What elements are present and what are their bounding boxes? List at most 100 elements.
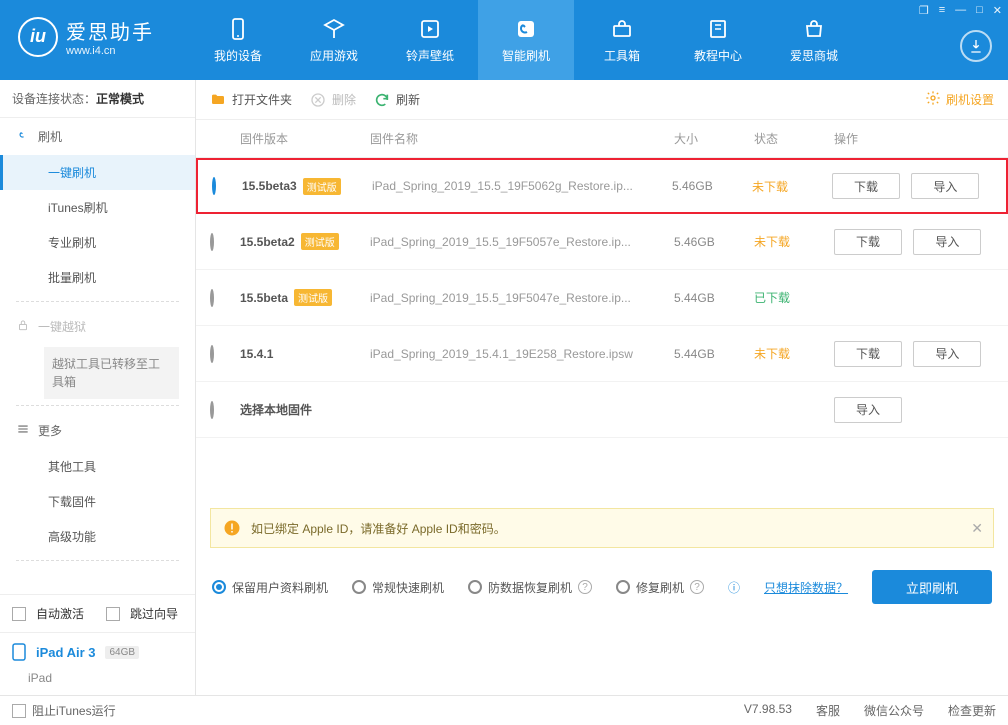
firmware-row[interactable]: 15.4.1 iPad_Spring_2019_15.4.1_19E258_Re… — [196, 326, 1008, 382]
update-link[interactable]: 检查更新 — [948, 702, 996, 719]
menu-icon[interactable]: ≡ — [939, 4, 945, 17]
firmware-radio[interactable] — [210, 401, 214, 419]
open-folder-button[interactable]: 打开文件夹 — [210, 91, 292, 108]
lock-icon — [16, 318, 30, 335]
maximize-icon[interactable]: □ — [976, 4, 983, 17]
flash-now-button[interactable]: 立即刷机 — [872, 570, 992, 604]
beta-tag: 测试版 — [303, 178, 341, 195]
firmware-status: 已下载 — [754, 289, 834, 306]
import-button[interactable]: 导入 — [834, 397, 902, 423]
app-url: www.i4.cn — [66, 45, 154, 57]
download-manager-icon[interactable] — [960, 30, 992, 62]
firmware-radio[interactable] — [210, 233, 214, 251]
table-header: 固件版本 固件名称 大小 状态 操作 — [196, 120, 1008, 158]
theme-icon[interactable]: ❐ — [919, 4, 929, 17]
delete-button[interactable]: 删除 — [310, 91, 356, 108]
local-firmware-row[interactable]: 选择本地固件 导入 — [196, 382, 1008, 438]
nav-music[interactable]: 铃声壁纸 — [382, 0, 478, 80]
radio-icon — [212, 580, 226, 594]
sidebar-group-2[interactable]: 更多 — [0, 412, 195, 449]
warning-icon — [223, 519, 241, 537]
firmware-version: 15.4.1 — [240, 347, 273, 361]
firmware-version: 15.5beta3 — [242, 179, 297, 193]
device-icon — [226, 17, 250, 41]
firmware-status: 未下载 — [752, 178, 832, 195]
nav-book[interactable]: 教程中心 — [670, 0, 766, 80]
flash-mode-option[interactable]: 保留用户资料刷机 — [212, 579, 328, 596]
version-label: V7.98.53 — [744, 702, 792, 719]
apple-id-notice: 如已绑定 Apple ID，请准备好 Apple ID和密码。 ✕ — [210, 508, 994, 548]
flash-settings-button[interactable]: 刷机设置 — [925, 90, 994, 109]
download-button[interactable]: 下载 — [834, 229, 902, 255]
flash-options: 保留用户资料刷机 常规快速刷机 防数据恢复刷机? 修复刷机? ⓘ 只想抹除数据？ 立即刷机 — [196, 558, 1008, 616]
sidebar-item[interactable]: 高级功能 — [0, 519, 195, 554]
import-button[interactable]: 导入 — [913, 341, 981, 367]
skip-guide-checkbox[interactable] — [106, 607, 120, 621]
delete-icon — [310, 92, 326, 108]
nav-toolbox[interactable]: 工具箱 — [574, 0, 670, 80]
close-icon[interactable]: ✕ — [993, 4, 1002, 17]
help-icon[interactable]: ? — [578, 580, 592, 594]
titlebar: ❐ ≡ — □ ✕ iu 爱思助手 www.i4.cn 我的设备应用游戏铃声壁纸… — [0, 0, 1008, 80]
shop-icon — [802, 17, 826, 41]
device-name[interactable]: iPad Air 3 — [36, 645, 95, 660]
firmware-radio[interactable] — [212, 177, 216, 195]
statusbar: 阻止iTunes运行 V7.98.53 客服 微信公众号 检查更新 — [0, 695, 1008, 725]
flash-mode-option[interactable]: 修复刷机? — [616, 579, 704, 596]
beta-tag: 测试版 — [301, 233, 339, 250]
firmware-radio[interactable] — [210, 289, 214, 307]
sidebar-group-0[interactable]: 刷机 — [0, 118, 195, 155]
radio-icon — [352, 580, 366, 594]
connection-status: 设备连接状态：正常模式 — [0, 80, 195, 118]
download-button[interactable]: 下载 — [834, 341, 902, 367]
import-button[interactable]: 导入 — [913, 229, 981, 255]
folder-icon — [210, 92, 226, 108]
erase-data-link[interactable]: 只想抹除数据？ — [764, 579, 848, 596]
info-icon[interactable]: ⓘ — [728, 579, 740, 596]
sidebar-item[interactable]: 一键刷机 — [0, 155, 195, 190]
firmware-version: 15.5beta — [240, 291, 288, 305]
sidebar-item[interactable]: 专业刷机 — [0, 225, 195, 260]
gear-icon — [925, 90, 941, 109]
nav-shop[interactable]: 爱思商城 — [766, 0, 862, 80]
radio-icon — [468, 580, 482, 594]
minimize-icon[interactable]: — — [955, 4, 966, 17]
sidebar-group-1[interactable]: 一键越狱 — [0, 308, 195, 345]
apps-icon — [322, 17, 346, 41]
radio-icon — [616, 580, 630, 594]
firmware-row[interactable]: 15.5beta2测试版 iPad_Spring_2019_15.5_19F50… — [196, 214, 1008, 270]
wechat-link[interactable]: 微信公众号 — [864, 702, 924, 719]
nav-flash[interactable]: 智能刷机 — [478, 0, 574, 80]
top-nav: 我的设备应用游戏铃声壁纸智能刷机工具箱教程中心爱思商城 — [190, 0, 1008, 80]
flash-mode-option[interactable]: 常规快速刷机 — [352, 579, 444, 596]
refresh-button[interactable]: 刷新 — [374, 91, 420, 108]
sidebar-note: 越狱工具已转移至工具箱 — [44, 347, 179, 399]
book-icon — [706, 17, 730, 41]
block-itunes-checkbox[interactable] — [12, 704, 26, 718]
firmware-row[interactable]: 15.5beta测试版 iPad_Spring_2019_15.5_19F504… — [196, 270, 1008, 326]
flash-mode-option[interactable]: 防数据恢复刷机? — [468, 579, 592, 596]
firmware-status: 未下载 — [754, 233, 834, 250]
nav-device[interactable]: 我的设备 — [190, 0, 286, 80]
help-icon[interactable]: ? — [690, 580, 704, 594]
nav-apps[interactable]: 应用游戏 — [286, 0, 382, 80]
sidebar-item[interactable]: 批量刷机 — [0, 260, 195, 295]
sidebar-item[interactable]: 其他工具 — [0, 449, 195, 484]
support-link[interactable]: 客服 — [816, 702, 840, 719]
import-button[interactable]: 导入 — [911, 173, 979, 199]
sidebar-item[interactable]: 下载固件 — [0, 484, 195, 519]
download-button[interactable]: 下载 — [832, 173, 900, 199]
auto-activate-checkbox[interactable] — [12, 607, 26, 621]
firmware-row[interactable]: 15.5beta3测试版 iPad_Spring_2019_15.5_19F50… — [196, 158, 1008, 214]
firmware-name: iPad_Spring_2019_15.5_19F5047e_Restore.i… — [370, 291, 674, 305]
firmware-name: iPad_Spring_2019_15.4.1_19E258_Restore.i… — [370, 347, 674, 361]
window-controls: ❐ ≡ — □ ✕ — [919, 4, 1002, 17]
firmware-version: 15.5beta2 — [240, 235, 295, 249]
firmware-radio[interactable] — [210, 345, 214, 363]
more-icon — [16, 422, 30, 439]
sidebar-item[interactable]: iTunes刷机 — [0, 190, 195, 225]
auto-activate-label: 自动激活 — [36, 605, 84, 622]
close-notice-icon[interactable]: ✕ — [971, 520, 983, 537]
logo-badge-icon: iu — [18, 17, 58, 57]
firmware-status: 未下载 — [754, 345, 834, 362]
